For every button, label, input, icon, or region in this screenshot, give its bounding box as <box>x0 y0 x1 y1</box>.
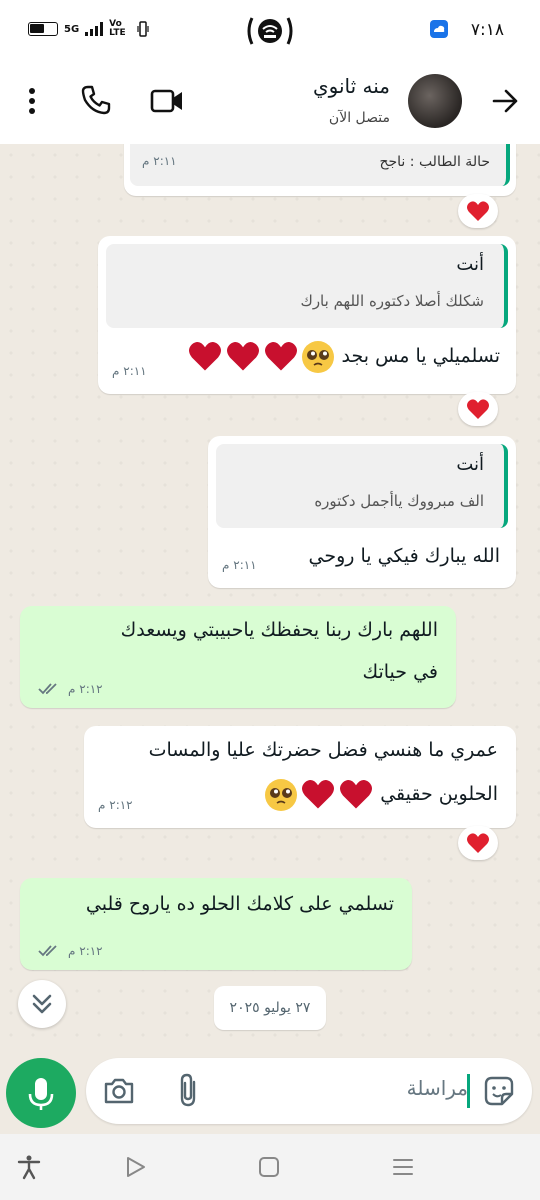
text-cursor <box>467 1074 470 1108</box>
emoji-group <box>187 340 335 374</box>
red-heart-icon <box>302 779 335 809</box>
message-text-line: اللهم بارك ربنا يحفظك ياحبيبتي ويسعدك <box>120 619 438 641</box>
vibrate-icon <box>137 21 149 37</box>
message-bubble-incoming[interactable]: أنت شكلك أصلا دكتوره اللهم بارك تسلميلي … <box>98 236 516 394</box>
message-text: الله يبارك فيكي يا روحي <box>308 545 500 567</box>
red-heart-icon <box>227 341 260 371</box>
back-arrow-icon[interactable] <box>490 86 520 116</box>
red-heart-icon <box>189 341 222 371</box>
reaction-badge[interactable] <box>458 392 498 426</box>
reaction-badge[interactable] <box>458 194 498 228</box>
message-text-line: الحلوين حقيقي <box>264 774 498 814</box>
date-separator: ٢٧ يوليو ٢٠٢٥ <box>214 986 326 1030</box>
read-ticks-icon <box>38 945 57 957</box>
message-text: تسلميلي يا مس بجد <box>187 336 500 376</box>
system-nav-bar <box>0 1134 540 1200</box>
chat-header: منه ثانوي متصل الآن <box>0 62 540 144</box>
message-input[interactable]: مراسلة <box>407 1076 468 1100</box>
quoted-author: أنت <box>456 254 484 275</box>
attach-icon[interactable] <box>176 1072 202 1108</box>
reaction-badge[interactable] <box>458 826 498 860</box>
quoted-message[interactable]: أنت الف مبرووك ياأجمل دكتوره <box>216 444 508 528</box>
cloud-app-icon <box>430 20 448 38</box>
scroll-to-bottom-button[interactable] <box>18 980 66 1028</box>
message-text-content: تسلميلي يا مس بجد <box>341 345 501 367</box>
pleading-face-icon <box>265 778 298 811</box>
signal-icon <box>85 22 104 36</box>
status-bar: 5G Vo LTE ٧:١٨ <box>0 0 540 62</box>
volte-label: Vo LTE <box>109 19 126 38</box>
more-vert-icon[interactable] <box>22 86 42 116</box>
message-text-line: عمري ما هنسي فضل حضرتك عليا والمسات <box>148 739 498 761</box>
quoted-message[interactable]: أنت شكلك أصلا دكتوره اللهم بارك <box>106 244 508 328</box>
mic-icon <box>28 1078 54 1110</box>
camera-icon[interactable] <box>102 1076 136 1106</box>
pleading-face-icon <box>302 340 335 373</box>
contact-name[interactable]: منه ثانوي <box>313 74 390 98</box>
message-time: ٢:١١ م <box>112 364 147 378</box>
chat-area[interactable]: حالة الطالب : ناجح ٢:١١ م أنت شكلك أصلا … <box>0 144 540 1048</box>
home-square-icon[interactable] <box>256 1154 282 1180</box>
message-composer[interactable]: مراسلة <box>86 1058 532 1124</box>
message-bubble-outgoing[interactable]: اللهم بارك ربنا يحفظك ياحبيبتي ويسعدك في… <box>20 606 456 708</box>
phone-icon[interactable] <box>80 84 112 116</box>
double-chevron-down-icon <box>32 994 52 1014</box>
message-bubble-incoming[interactable]: حالة الطالب : ناجح ٢:١١ م <box>124 144 516 196</box>
battery-icon <box>28 22 58 36</box>
quoted-author: أنت <box>456 454 484 475</box>
message-time: ٢:١١ م <box>222 558 257 572</box>
red-heart-icon <box>467 201 489 221</box>
quoted-text: شكلك أصلا دكتوره اللهم بارك <box>300 292 484 310</box>
sticker-icon[interactable] <box>482 1074 516 1108</box>
message-text-line: في حياتك <box>362 661 438 683</box>
accessibility-icon[interactable] <box>16 1154 42 1180</box>
message-bubble-incoming[interactable]: أنت الف مبرووك ياأجمل دكتوره الله يبارك … <box>208 436 516 588</box>
back-triangle-icon[interactable] <box>122 1154 148 1180</box>
message-bubble-incoming[interactable]: عمري ما هنسي فضل حضرتك عليا والمسات الحل… <box>84 726 516 828</box>
message-text-content: الحلوين حقيقي <box>380 783 498 805</box>
message-text: تسلمي على كلامك الحلو ده ياروح قلبي <box>85 893 394 915</box>
contact-status: متصل الآن <box>328 110 390 126</box>
red-heart-icon <box>265 341 298 371</box>
recents-icon[interactable] <box>390 1154 416 1180</box>
hotspot-icon <box>246 14 294 48</box>
video-call-icon[interactable] <box>150 86 184 116</box>
message-time: ٢:١١ م <box>142 154 177 168</box>
message-bubble-outgoing[interactable]: تسلمي على كلامك الحلو ده ياروح قلبي ٢:١٢… <box>20 878 412 970</box>
red-heart-icon <box>467 399 489 419</box>
emoji-group <box>264 778 374 812</box>
status-time: ٧:١٨ <box>470 20 504 40</box>
read-ticks-icon <box>38 683 57 695</box>
quoted-text: حالة الطالب : ناجح <box>379 154 490 170</box>
mic-button[interactable] <box>6 1058 76 1128</box>
status-left-icons: 5G Vo LTE <box>28 20 149 38</box>
red-heart-icon <box>340 779 373 809</box>
avatar[interactable] <box>408 74 462 128</box>
message-time: ٢:١٢ م <box>68 682 103 696</box>
network-type: 5G <box>64 23 80 35</box>
message-time: ٢:١٢ م <box>98 798 133 812</box>
quoted-text: الف مبرووك ياأجمل دكتوره <box>314 492 484 510</box>
quoted-message[interactable]: حالة الطالب : ناجح ٢:١١ م <box>130 144 510 186</box>
red-heart-icon <box>467 833 489 853</box>
message-time: ٢:١٢ م <box>68 944 103 958</box>
